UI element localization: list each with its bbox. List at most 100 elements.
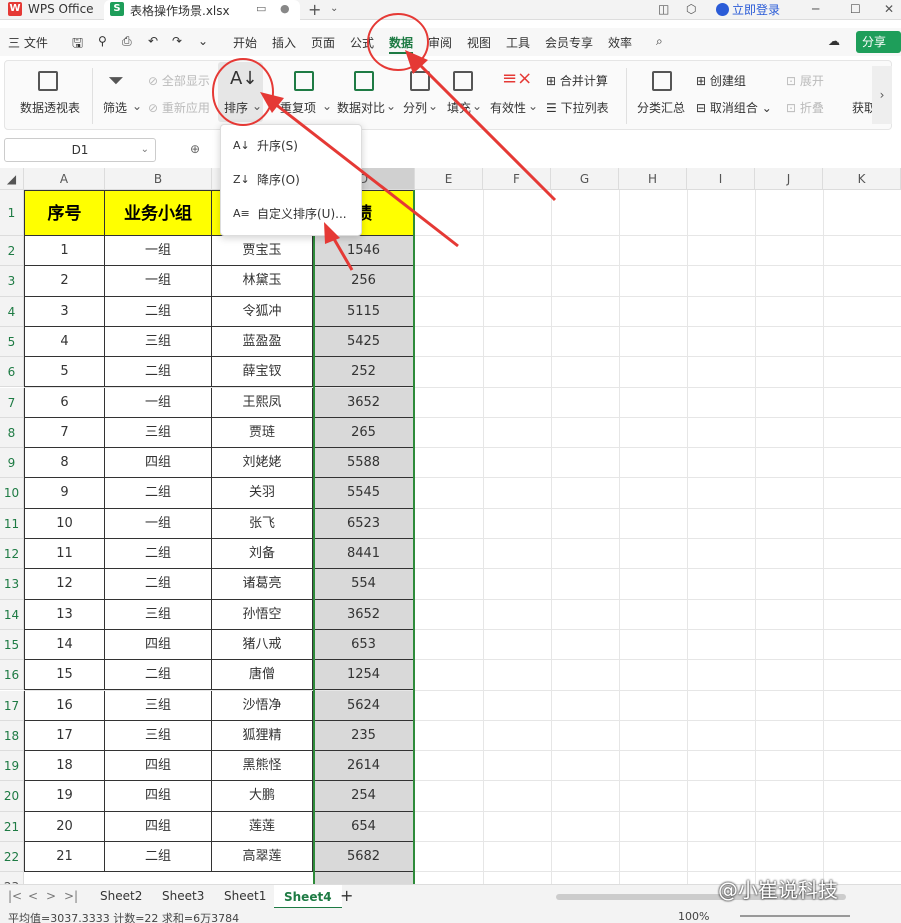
table-cell[interactable]: 林黛玉 <box>212 266 313 297</box>
app-name[interactable]: WPS Office <box>28 2 94 16</box>
split-column-button[interactable]: 分列 <box>403 99 427 116</box>
name-box-chevron-icon[interactable]: ⌄ <box>141 139 149 161</box>
row-header[interactable]: 20 <box>0 781 24 812</box>
close-icon[interactable]: ✕ <box>884 2 894 16</box>
row-header[interactable]: 15 <box>0 629 24 661</box>
table-cell[interactable]: 三组 <box>105 720 212 752</box>
sheet-tab-sheet1[interactable]: Sheet1 <box>224 889 266 903</box>
table-cell[interactable]: 高翠莲 <box>212 842 313 873</box>
row-header[interactable]: 1 <box>0 190 24 236</box>
duplicates-chevron-icon[interactable]: ⌄ <box>322 99 332 113</box>
zoom-slider[interactable] <box>740 915 850 917</box>
table-cell[interactable]: 令狐冲 <box>212 296 313 327</box>
table-cell[interactable]: 四组 <box>105 751 212 782</box>
table-cell[interactable]: 5 <box>24 357 105 388</box>
prev-sheet-icon[interactable]: < <box>28 889 38 903</box>
minimize-icon[interactable]: ─ <box>812 2 819 16</box>
row-header[interactable]: 10 <box>0 478 24 509</box>
column-header-k[interactable]: K <box>823 168 901 190</box>
table-cell[interactable]: 7 <box>24 417 105 449</box>
compare-button[interactable]: 数据对比 <box>337 99 385 116</box>
menu-file[interactable]: 三 文件 <box>8 34 48 51</box>
name-box[interactable]: D1 ⌄ <box>4 138 156 162</box>
table-cell[interactable]: 一组 <box>105 236 212 267</box>
table-cell[interactable]: 贾琏 <box>212 417 313 449</box>
validity-icon[interactable]: ≡× <box>502 68 532 89</box>
table-cell[interactable]: 1 <box>24 236 105 267</box>
row-header[interactable]: 11 <box>0 508 24 539</box>
undo-icon[interactable]: ↶ <box>148 34 158 48</box>
column-header-b[interactable]: B <box>105 168 212 190</box>
more-chevron-icon[interactable]: ⌄ <box>198 34 208 48</box>
menu-page[interactable]: 页面 <box>311 34 335 51</box>
row-header[interactable]: 6 <box>0 357 24 388</box>
share-button[interactable]: 分享 <box>856 31 901 53</box>
add-sheet-button[interactable]: + <box>340 886 353 905</box>
subtotal-icon[interactable] <box>652 71 672 91</box>
column-header-i[interactable]: I <box>687 168 755 190</box>
menu-member[interactable]: 会员专享 <box>545 34 593 51</box>
filter-chevron-icon[interactable]: ⌄ <box>132 99 142 113</box>
search-icon[interactable]: ⌕ <box>656 34 663 49</box>
table-cell[interactable]: 四组 <box>105 448 212 479</box>
table-header-cell[interactable]: 业务小组 <box>105 190 212 236</box>
ribbon-scroll-right-icon[interactable]: › <box>872 66 892 124</box>
menu-data[interactable]: 数据 <box>389 34 414 54</box>
split-chevron-icon[interactable]: ⌄ <box>428 99 438 113</box>
column-header-e[interactable]: E <box>415 168 483 190</box>
duplicates-icon[interactable] <box>294 71 314 91</box>
table-cell[interactable]: 刘备 <box>212 539 313 570</box>
ungroup-button[interactable]: ⊟ 取消组合 ⌄ <box>696 99 772 116</box>
zoom-level[interactable]: 100% <box>678 910 709 923</box>
table-cell[interactable]: 10 <box>24 508 105 539</box>
row-header[interactable]: 21 <box>0 811 24 842</box>
table-cell[interactable]: 四组 <box>105 781 212 812</box>
fill-button[interactable]: 填充 <box>447 99 471 116</box>
create-group-button[interactable]: ⊞ 创建组 <box>696 72 746 89</box>
table-cell[interactable]: 诸葛亮 <box>212 569 313 600</box>
last-sheet-icon[interactable]: >| <box>64 889 78 903</box>
spreadsheet-grid[interactable]: ◢ A B C D E F G H I J K 1234567891011121… <box>0 168 901 884</box>
custom-sort-item[interactable]: A≡ 自定义排序(U)... <box>221 199 361 229</box>
table-cell[interactable]: 二组 <box>105 842 212 873</box>
chevron-down-icon[interactable]: ⌄ <box>330 3 338 14</box>
login-link[interactable]: 立即登录 <box>716 1 780 18</box>
sort-button[interactable]: 排序 <box>224 99 248 116</box>
table-cell[interactable]: 张飞 <box>212 508 313 539</box>
validity-chevron-icon[interactable]: ⌄ <box>528 99 538 113</box>
consolidate-button[interactable]: ⊞ 合并计算 <box>546 72 608 89</box>
table-cell[interactable]: 3 <box>24 296 105 327</box>
save-icon[interactable]: 🖫 <box>72 34 83 56</box>
table-header-cell[interactable]: 序号 <box>24 190 105 236</box>
maximize-icon[interactable]: ☐ <box>850 2 861 16</box>
table-cell[interactable]: 莲莲 <box>212 811 313 842</box>
table-cell[interactable]: 18 <box>24 751 105 782</box>
table-cell[interactable]: 4 <box>24 326 105 358</box>
compare-icon[interactable] <box>354 71 374 91</box>
fill-chevron-icon[interactable]: ⌄ <box>472 99 482 113</box>
dropdown-list-button[interactable]: ☰ 下拉列表 <box>546 99 609 116</box>
table-cell[interactable]: 猪八戒 <box>212 629 313 661</box>
next-sheet-icon[interactable]: > <box>46 889 56 903</box>
print-preview-icon[interactable]: ⎙ <box>122 34 132 49</box>
sheet-tab-sheet3[interactable]: Sheet3 <box>162 889 204 903</box>
row-header[interactable]: 14 <box>0 599 24 630</box>
table-cell[interactable]: 刘姥姥 <box>212 448 313 479</box>
table-cell[interactable]: 二组 <box>105 569 212 600</box>
fill-icon[interactable] <box>453 71 473 91</box>
table-cell[interactable]: 21 <box>24 842 105 873</box>
filter-icon[interactable]: ⏷ <box>108 68 124 92</box>
table-cell[interactable]: 黑熊怪 <box>212 751 313 782</box>
table-cell[interactable]: 孙悟空 <box>212 599 313 630</box>
table-cell[interactable]: 贾宝玉 <box>212 236 313 267</box>
split-column-icon[interactable] <box>410 71 430 91</box>
menu-home[interactable]: 开始 <box>233 34 257 51</box>
menu-formula[interactable]: 公式 <box>350 34 374 51</box>
sheet-tab-sheet2[interactable]: Sheet2 <box>100 889 142 903</box>
column-header-g[interactable]: G <box>551 168 619 190</box>
cloud-icon[interactable]: ☁ <box>828 34 840 48</box>
cube-icon[interactable]: ⬡ <box>686 2 696 16</box>
row-header[interactable]: 7 <box>0 387 24 418</box>
row-header[interactable]: 3 <box>0 266 24 297</box>
redo-icon[interactable]: ↷ <box>172 34 182 48</box>
